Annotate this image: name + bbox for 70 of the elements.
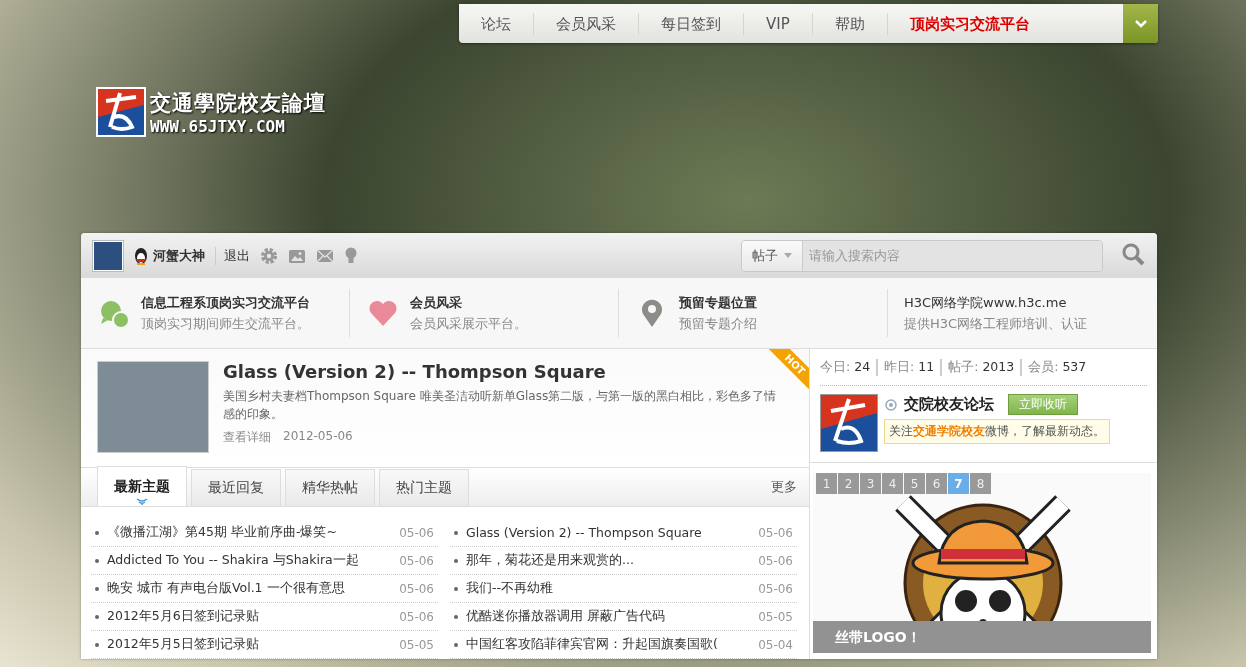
- stat-text: 帖子: 2013: [940, 358, 1021, 376]
- nav-link[interactable]: 论坛: [459, 12, 534, 35]
- nav-link[interactable]: 会员风采: [534, 12, 639, 35]
- site-logo-icon: [820, 394, 878, 452]
- post-date: 2012-05-06: [283, 429, 353, 445]
- details-link[interactable]: 查看详细: [223, 429, 271, 446]
- feature-description: 会员风采展示平台。: [410, 314, 527, 333]
- lightbulb-icon[interactable]: [344, 246, 358, 265]
- thread-link[interactable]: 我们--不再幼稚: [466, 580, 753, 597]
- tab[interactable]: 热门主题: [379, 469, 469, 506]
- avatar[interactable]: [93, 240, 123, 271]
- chevron-down-icon: [1134, 19, 1147, 28]
- thread-date: 05-06: [399, 553, 434, 568]
- thread-link[interactable]: 2012年5月5日签到记录贴: [107, 636, 394, 653]
- follow-note: 关注交通学院校友微博，了解最新动态。: [884, 419, 1110, 444]
- thread-link[interactable]: 2012年5月6日签到记录贴: [107, 608, 394, 625]
- photo-placeholder[interactable]: [97, 361, 209, 453]
- post-summary: 美国乡村夫妻档Thompson Square 唯美圣洁动听新单Glass第二版，与第一版的黑白相比，彩色多了情感的印象。: [223, 388, 778, 423]
- thread-link[interactable]: 《微播江湖》第45期 毕业前序曲-爆笑~: [107, 524, 394, 541]
- tab[interactable]: 最新主题: [97, 466, 187, 506]
- thread-link[interactable]: 优酷迷你播放器调用 屏蔽广告代码: [466, 608, 753, 625]
- thread-date: 05-06: [758, 581, 793, 596]
- image-icon[interactable]: [288, 247, 306, 264]
- thread-link[interactable]: Glass (Version 2) -- Thompson Square: [466, 525, 753, 540]
- nav-link[interactable]: VIP: [744, 12, 813, 35]
- feature-description: 预留专题介绍: [679, 314, 757, 333]
- mail-icon[interactable]: [316, 248, 334, 263]
- heart-icon: [368, 298, 398, 328]
- thread-link[interactable]: 中国红客攻陷菲律宾官网：升起国旗奏国歌(: [466, 636, 753, 653]
- nav-link[interactable]: 帮助: [812, 12, 888, 35]
- tab[interactable]: 精华热帖: [285, 469, 375, 506]
- logout-link[interactable]: 退出: [215, 246, 250, 265]
- logo-title: 交通學院校友論壇: [150, 89, 326, 117]
- settings-icon[interactable]: [260, 246, 278, 265]
- dropdown-button[interactable]: [1123, 4, 1158, 43]
- thread-link[interactable]: Addicted To You -- Shakira 与Shakira一起: [107, 552, 394, 569]
- signal-waves-icon: [135, 497, 149, 505]
- feature-title[interactable]: 会员风采: [410, 293, 527, 312]
- weibo-name: 交院校友论坛: [904, 395, 994, 414]
- thread-date: 05-06: [758, 525, 793, 540]
- feature-title[interactable]: 信息工程系顶岗实习交流平台: [141, 293, 310, 312]
- thread-date: 05-05: [399, 637, 434, 652]
- username-link[interactable]: 河蟹大神: [153, 246, 205, 265]
- logo-icon: [96, 87, 146, 137]
- thread-link[interactable]: 晚安 城市 有声电台版Vol.1 一个很有意思: [107, 580, 394, 597]
- thread-date: 05-06: [399, 525, 434, 540]
- chat-bubbles-icon: [99, 298, 129, 328]
- logo-url: WWW.65JTXY.COM: [150, 116, 286, 136]
- stat-text: 会员: 537: [1020, 358, 1093, 376]
- penguin-icon: [133, 246, 149, 265]
- thread-date: 05-06: [399, 609, 434, 624]
- feature-title[interactable]: H3C网络学院www.h3c.me: [904, 293, 1088, 312]
- thread-date: 05-04: [758, 637, 793, 652]
- stat-text: 今日: 24: [820, 358, 872, 376]
- thread-date: 05-06: [399, 581, 434, 596]
- tab[interactable]: 最近回复: [191, 469, 281, 506]
- feature-description: 提供H3C网络工程师培训、认证: [904, 314, 1088, 333]
- feature-description: 顶岗实习期间师生交流平台。: [141, 314, 310, 333]
- feature-title[interactable]: 预留专题位置: [679, 293, 757, 312]
- search-icon[interactable]: [1121, 242, 1145, 266]
- stat-text: 昨日: 11: [876, 358, 941, 376]
- more-link[interactable]: 更多: [771, 478, 797, 496]
- thread-date: 05-06: [758, 553, 793, 568]
- slide-caption: 丝带LOGO！: [813, 621, 1151, 653]
- thread-link[interactable]: 那年，菊花还是用来观赏的...: [466, 552, 753, 569]
- post-title[interactable]: Glass (Version 2) -- Thompson Square: [223, 361, 783, 382]
- thread-date: 05-05: [758, 609, 793, 624]
- nav-link[interactable]: 顶岗实习交流平台: [887, 12, 1052, 35]
- nav-link[interactable]: 每日签到: [639, 12, 744, 35]
- weibo-icon: [884, 397, 898, 412]
